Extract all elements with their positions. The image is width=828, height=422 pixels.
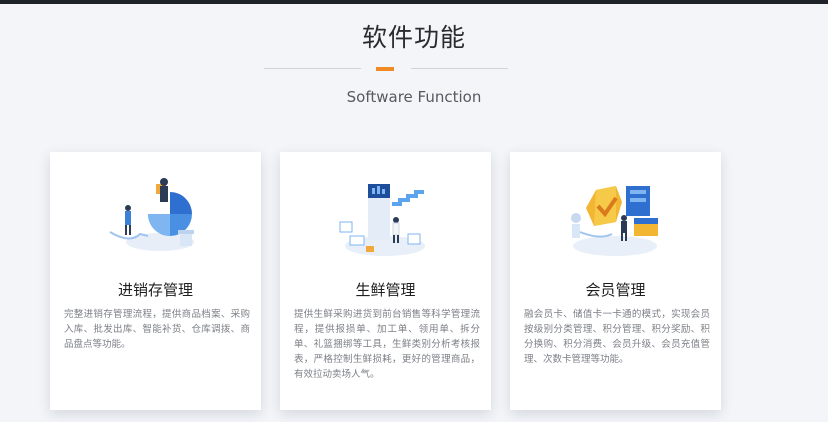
feature-card-fresh[interactable]: 生鲜管理 提供生鲜采购进货到前台销售等科学管理流程，提供报损单、加工单、领用单、… [280,152,491,410]
feature-card-membership[interactable]: 会员管理 融会员卡、储值卡一卡通的模式，实现会员按级别分类管理、积分管理、积分奖… [510,152,721,410]
top-bar [0,0,828,4]
title-divider-left [264,68,361,69]
fresh-produce-illustration-icon [339,184,425,256]
card-title: 会员管理 [585,281,646,299]
card-title: 进销存管理 [117,281,193,299]
feature-card-inventory[interactable]: 进销存管理 完整进销存管理流程，提供商品档案、采购入库、批发出库、智能补货、仓库… [50,152,261,410]
membership-illustration-icon [571,186,658,256]
inventory-illustration-icon [109,178,194,251]
card-description: 完整进销存管理流程，提供商品档案、采购入库、批发出库、智能补货、仓库调拨、商品盘… [64,309,250,350]
title-divider-accent [376,67,394,71]
section-subtitle: Software Function [346,88,482,106]
card-title: 生鲜管理 [355,281,416,299]
section-title: 软件功能 [361,23,466,52]
card-description: 提供生鲜采购进货到前台销售等科学管理流程，提供报损单、加工单、领用单、拆分单、礼… [294,309,480,380]
card-description: 融会员卡、储值卡一卡通的模式，实现会员按级别分类管理、积分管理、积分奖励、积分换… [524,309,710,365]
title-divider-right [411,68,508,69]
